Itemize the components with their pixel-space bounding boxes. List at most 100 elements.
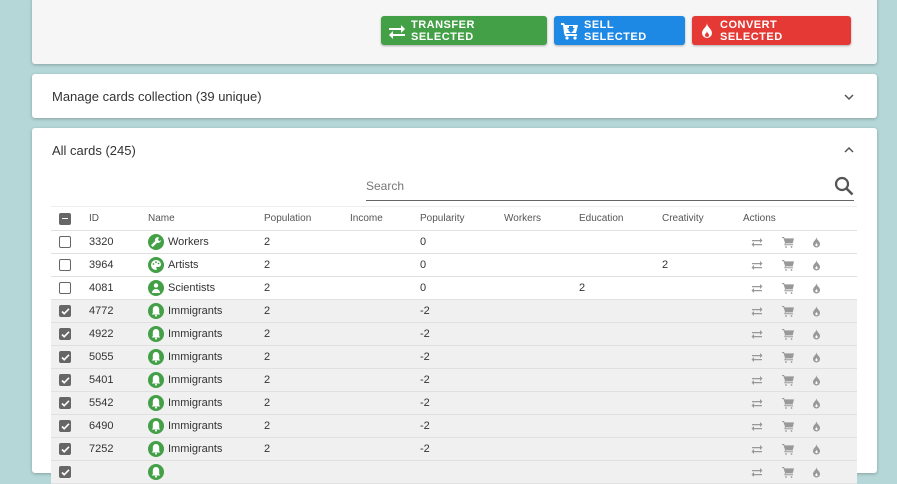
column-header-id[interactable]: ID (89, 207, 99, 230)
cell-name: Immigrants (148, 415, 222, 437)
row-checkbox[interactable] (59, 420, 71, 432)
column-header-popularity[interactable]: Popularity (420, 207, 464, 230)
flame-icon[interactable] (812, 282, 821, 294)
flame-icon[interactable] (812, 420, 821, 432)
flame-icon[interactable] (812, 374, 821, 386)
column-header-education[interactable]: Education (579, 207, 623, 230)
bell-icon (148, 349, 164, 365)
cart-icon[interactable] (782, 443, 794, 455)
table-row[interactable]: 4081 Scientists 2 0 2 (51, 277, 857, 300)
cell-name-label: Workers (168, 236, 209, 248)
cart-icon[interactable] (782, 236, 794, 248)
row-checkbox[interactable] (59, 282, 71, 294)
transfer-icon[interactable] (751, 237, 763, 247)
cell-id: 5542 (89, 397, 114, 409)
transfer-icon[interactable] (751, 260, 763, 270)
cart-icon[interactable] (782, 466, 794, 478)
cell-name-label: Immigrants (168, 328, 223, 340)
table-row[interactable]: 4772 Immigrants 2 -2 (51, 300, 857, 323)
row-checkbox[interactable] (59, 351, 71, 363)
cell-id: 6490 (89, 420, 114, 432)
flame-icon[interactable] (812, 351, 821, 363)
cell-population: 2 (264, 328, 271, 340)
column-header-income[interactable]: Income (350, 207, 383, 230)
flame-icon[interactable] (812, 443, 821, 455)
transfer-icon[interactable] (751, 352, 763, 362)
table-row[interactable]: 4922 Immigrants 2 -2 (51, 323, 857, 346)
transfer-icon[interactable] (751, 421, 763, 431)
row-checkbox[interactable] (59, 466, 71, 478)
transfer-icon[interactable] (751, 444, 763, 454)
flame-icon[interactable] (812, 397, 821, 409)
cell-name-label: Immigrants (168, 397, 223, 409)
cell-popularity: -2 (420, 420, 430, 432)
row-checkbox[interactable] (59, 397, 71, 409)
cell-popularity: 0 (420, 236, 427, 248)
table-row[interactable]: 3964 Artists 2 0 2 (51, 254, 857, 277)
bell-icon (148, 395, 164, 411)
transfer-icon (387, 23, 407, 39)
transfer-icon[interactable] (751, 375, 763, 385)
flame-icon[interactable] (812, 328, 821, 340)
transfer-icon[interactable] (751, 467, 763, 477)
search-input[interactable] (366, 176, 806, 196)
cart-icon[interactable] (782, 305, 794, 317)
transfer-selected-button[interactable]: TRANSFER SELECTED (381, 16, 547, 45)
column-header-name[interactable]: Name (148, 207, 175, 230)
search-icon[interactable] (834, 176, 854, 196)
row-checkbox[interactable] (59, 328, 71, 340)
table-row[interactable]: 6490 Immigrants 2 -2 (51, 415, 857, 438)
select-all-checkbox[interactable] (59, 212, 71, 225)
table-row[interactable]: 7252 Immigrants 2 -2 (51, 438, 857, 461)
cart-icon[interactable] (782, 374, 794, 386)
cell-name: Immigrants (148, 438, 222, 460)
chevron-down-icon[interactable] (843, 91, 855, 103)
toolbar-panel: TRANSFER SELECTED SELL SELECTED CONVERT … (32, 0, 877, 64)
cell-id: 4772 (89, 305, 114, 317)
row-checkbox[interactable] (59, 443, 71, 455)
transfer-icon[interactable] (751, 306, 763, 316)
row-checkbox[interactable] (59, 259, 71, 271)
cards-table: ID Name Population Income Popularity Wor… (51, 206, 857, 484)
cart-icon[interactable] (782, 351, 794, 363)
table-row[interactable]: 3320 Workers 2 0 (51, 231, 857, 254)
transfer-icon[interactable] (751, 283, 763, 293)
cart-icon[interactable] (782, 328, 794, 340)
row-checkbox[interactable] (59, 236, 71, 248)
cell-name (148, 461, 168, 483)
column-header-population[interactable]: Population (264, 207, 311, 230)
cell-popularity: -2 (420, 374, 430, 386)
wrench-icon (148, 234, 164, 250)
cell-creativity: 2 (662, 259, 669, 271)
table-row[interactable]: 5542 Immigrants 2 -2 (51, 392, 857, 415)
bell-icon (148, 441, 164, 457)
transfer-selected-label: TRANSFER SELECTED (411, 18, 475, 43)
table-row[interactable]: 5055 Immigrants 2 -2 (51, 346, 857, 369)
sell-selected-button[interactable]: SELL SELECTED (554, 16, 685, 45)
cell-education: 2 (579, 282, 586, 294)
cell-population: 2 (264, 443, 271, 455)
flame-icon[interactable] (812, 236, 821, 248)
cell-popularity: -2 (420, 443, 430, 455)
table-row[interactable]: 5401 Immigrants 2 -2 (51, 369, 857, 392)
transfer-icon[interactable] (751, 329, 763, 339)
manage-collection-panel[interactable]: Manage cards collection (39 unique) (32, 74, 877, 118)
flame-icon[interactable] (812, 259, 821, 271)
cart-icon[interactable] (782, 420, 794, 432)
transfer-icon[interactable] (751, 398, 763, 408)
column-header-workers[interactable]: Workers (504, 207, 541, 230)
bell-icon (148, 326, 164, 342)
cell-popularity: 0 (420, 259, 427, 271)
column-header-creativity[interactable]: Creativity (662, 207, 704, 230)
flame-icon[interactable] (812, 466, 821, 478)
table-row[interactable] (51, 461, 857, 484)
cart-icon[interactable] (782, 397, 794, 409)
convert-selected-button[interactable]: CONVERT SELECTED (692, 16, 851, 45)
row-checkbox[interactable] (59, 305, 71, 317)
chevron-up-icon[interactable] (843, 144, 855, 156)
row-checkbox[interactable] (59, 374, 71, 386)
cart-icon[interactable] (782, 282, 794, 294)
flame-icon[interactable] (812, 305, 821, 317)
cell-popularity: -2 (420, 351, 430, 363)
cart-icon[interactable] (782, 259, 794, 271)
